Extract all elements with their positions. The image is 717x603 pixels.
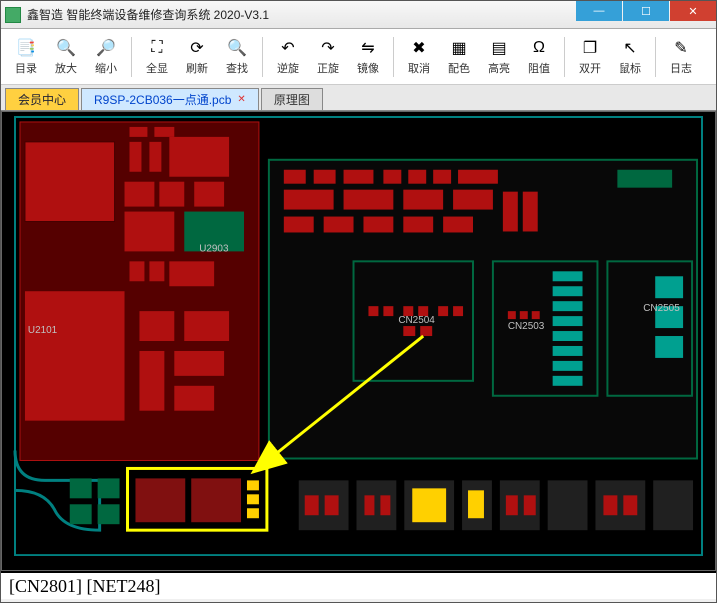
toolbar-缩小[interactable]: 🔎 缩小 bbox=[87, 33, 125, 81]
缩小-icon: 🔎 bbox=[96, 38, 116, 58]
close-icon[interactable]: ✕ bbox=[237, 94, 245, 105]
title-bar: 鑫智造 智能终端设备维修查询系统 2020-V3.1 — ☐ ✕ bbox=[1, 1, 716, 29]
pcb-svg: U2101 U2903 CN2504 CN2503 CN2505 bbox=[2, 112, 715, 570]
取消-icon: ✖ bbox=[409, 38, 429, 58]
逆旋-icon: ↶ bbox=[278, 38, 298, 58]
tab-pcb-file[interactable]: R9SP-2CB036一点通.pcb ✕ bbox=[81, 88, 259, 110]
toolbar-逆旋[interactable]: ↶ 逆旋 bbox=[269, 33, 307, 81]
toolbar-label: 全显 bbox=[146, 60, 168, 76]
双开-icon: ❐ bbox=[580, 38, 600, 58]
toolbar-配色[interactable]: ▦ 配色 bbox=[440, 33, 478, 81]
toolbar-label: 鼠标 bbox=[619, 60, 641, 76]
toolbar-取消[interactable]: ✖ 取消 bbox=[400, 33, 438, 81]
toolbar-label: 放大 bbox=[55, 60, 77, 76]
toolbar-查找[interactable]: 🔍 查找 bbox=[218, 33, 256, 81]
toolbar-separator bbox=[564, 37, 565, 77]
刷新-icon: ⟳ bbox=[187, 38, 207, 58]
镜像-icon: ⇋ bbox=[358, 38, 378, 58]
toolbar-separator bbox=[262, 37, 263, 77]
toolbar-separator bbox=[131, 37, 132, 77]
toolbar-双开[interactable]: ❐ 双开 bbox=[571, 33, 609, 81]
toolbar-label: 取消 bbox=[408, 60, 430, 76]
toolbar-label: 缩小 bbox=[95, 60, 117, 76]
鼠标-icon: ↖ bbox=[620, 38, 640, 58]
目录-icon: 📑 bbox=[16, 38, 36, 58]
查找-icon: 🔍 bbox=[227, 38, 247, 58]
toolbar-正旋[interactable]: ↷ 正旋 bbox=[309, 33, 347, 81]
toolbar-高亮[interactable]: ▤ 高亮 bbox=[480, 33, 518, 81]
toolbar-放大[interactable]: 🔍 放大 bbox=[47, 33, 85, 81]
status-bar: [CN2801] [NET248] bbox=[1, 571, 716, 599]
toolbar-label: 高亮 bbox=[488, 60, 510, 76]
toolbar: 📑 目录 🔍 放大 🔎 缩小 ⛶ 全显 ⟳ 刷新 🔍 查找 ↶ 逆旋 ↷ 正旋 ⇋ 镜像 ✖ 取消 ▦ 配色 ▤ 高亮 Ω 阻值 ❐… bbox=[1, 29, 716, 85]
ref-u2903: U2903 bbox=[199, 243, 229, 254]
正旋-icon: ↷ bbox=[318, 38, 338, 58]
toolbar-label: 阻值 bbox=[528, 60, 550, 76]
tab-label: 会员中心 bbox=[18, 91, 66, 108]
tab-label: 原理图 bbox=[274, 91, 310, 108]
toolbar-刷新[interactable]: ⟳ 刷新 bbox=[178, 33, 216, 81]
toolbar-阻值[interactable]: Ω 阻值 bbox=[520, 33, 558, 81]
app-icon bbox=[5, 7, 21, 23]
toolbar-label: 目录 bbox=[15, 60, 37, 76]
window-controls: — ☐ ✕ bbox=[576, 1, 716, 21]
close-button[interactable]: ✕ bbox=[670, 1, 716, 21]
toolbar-label: 查找 bbox=[226, 60, 248, 76]
toolbar-镜像[interactable]: ⇋ 镜像 bbox=[349, 33, 387, 81]
阻值-icon: Ω bbox=[529, 38, 549, 58]
tab-label: R9SP-2CB036一点通.pcb bbox=[94, 91, 231, 108]
toolbar-label: 配色 bbox=[448, 60, 470, 76]
配色-icon: ▦ bbox=[449, 38, 469, 58]
ref-cn2505: CN2505 bbox=[643, 303, 680, 314]
toolbar-全显[interactable]: ⛶ 全显 bbox=[138, 33, 176, 81]
toolbar-label: 正旋 bbox=[317, 60, 339, 76]
toolbar-separator bbox=[393, 37, 394, 77]
放大-icon: 🔍 bbox=[56, 38, 76, 58]
toolbar-label: 日志 bbox=[670, 60, 692, 76]
ref-cn2503: CN2503 bbox=[508, 321, 545, 332]
window-title: 鑫智造 智能终端设备维修查询系统 2020-V3.1 bbox=[27, 6, 269, 23]
tab-bar: 会员中心 R9SP-2CB036一点通.pcb ✕ 原理图 bbox=[1, 85, 716, 111]
toolbar-label: 逆旋 bbox=[277, 60, 299, 76]
toolbar-label: 刷新 bbox=[186, 60, 208, 76]
tab-member-center[interactable]: 会员中心 bbox=[5, 88, 79, 110]
status-text: [CN2801] [NET248] bbox=[9, 576, 160, 597]
toolbar-鼠标[interactable]: ↖ 鼠标 bbox=[611, 33, 649, 81]
全显-icon: ⛶ bbox=[147, 38, 167, 58]
日志-icon: ✎ bbox=[671, 38, 691, 58]
ref-cn2504: CN2504 bbox=[398, 315, 435, 326]
toolbar-separator bbox=[655, 37, 656, 77]
pcb-canvas[interactable]: U2101 U2903 CN2504 CN2503 CN2505 bbox=[1, 111, 716, 571]
高亮-icon: ▤ bbox=[489, 38, 509, 58]
toolbar-label: 镜像 bbox=[357, 60, 379, 76]
toolbar-label: 双开 bbox=[579, 60, 601, 76]
minimize-button[interactable]: — bbox=[576, 1, 622, 21]
toolbar-目录[interactable]: 📑 目录 bbox=[7, 33, 45, 81]
maximize-button[interactable]: ☐ bbox=[623, 1, 669, 21]
tab-schematic[interactable]: 原理图 bbox=[261, 88, 323, 110]
ref-u2101: U2101 bbox=[28, 325, 58, 336]
toolbar-日志[interactable]: ✎ 日志 bbox=[662, 33, 700, 81]
